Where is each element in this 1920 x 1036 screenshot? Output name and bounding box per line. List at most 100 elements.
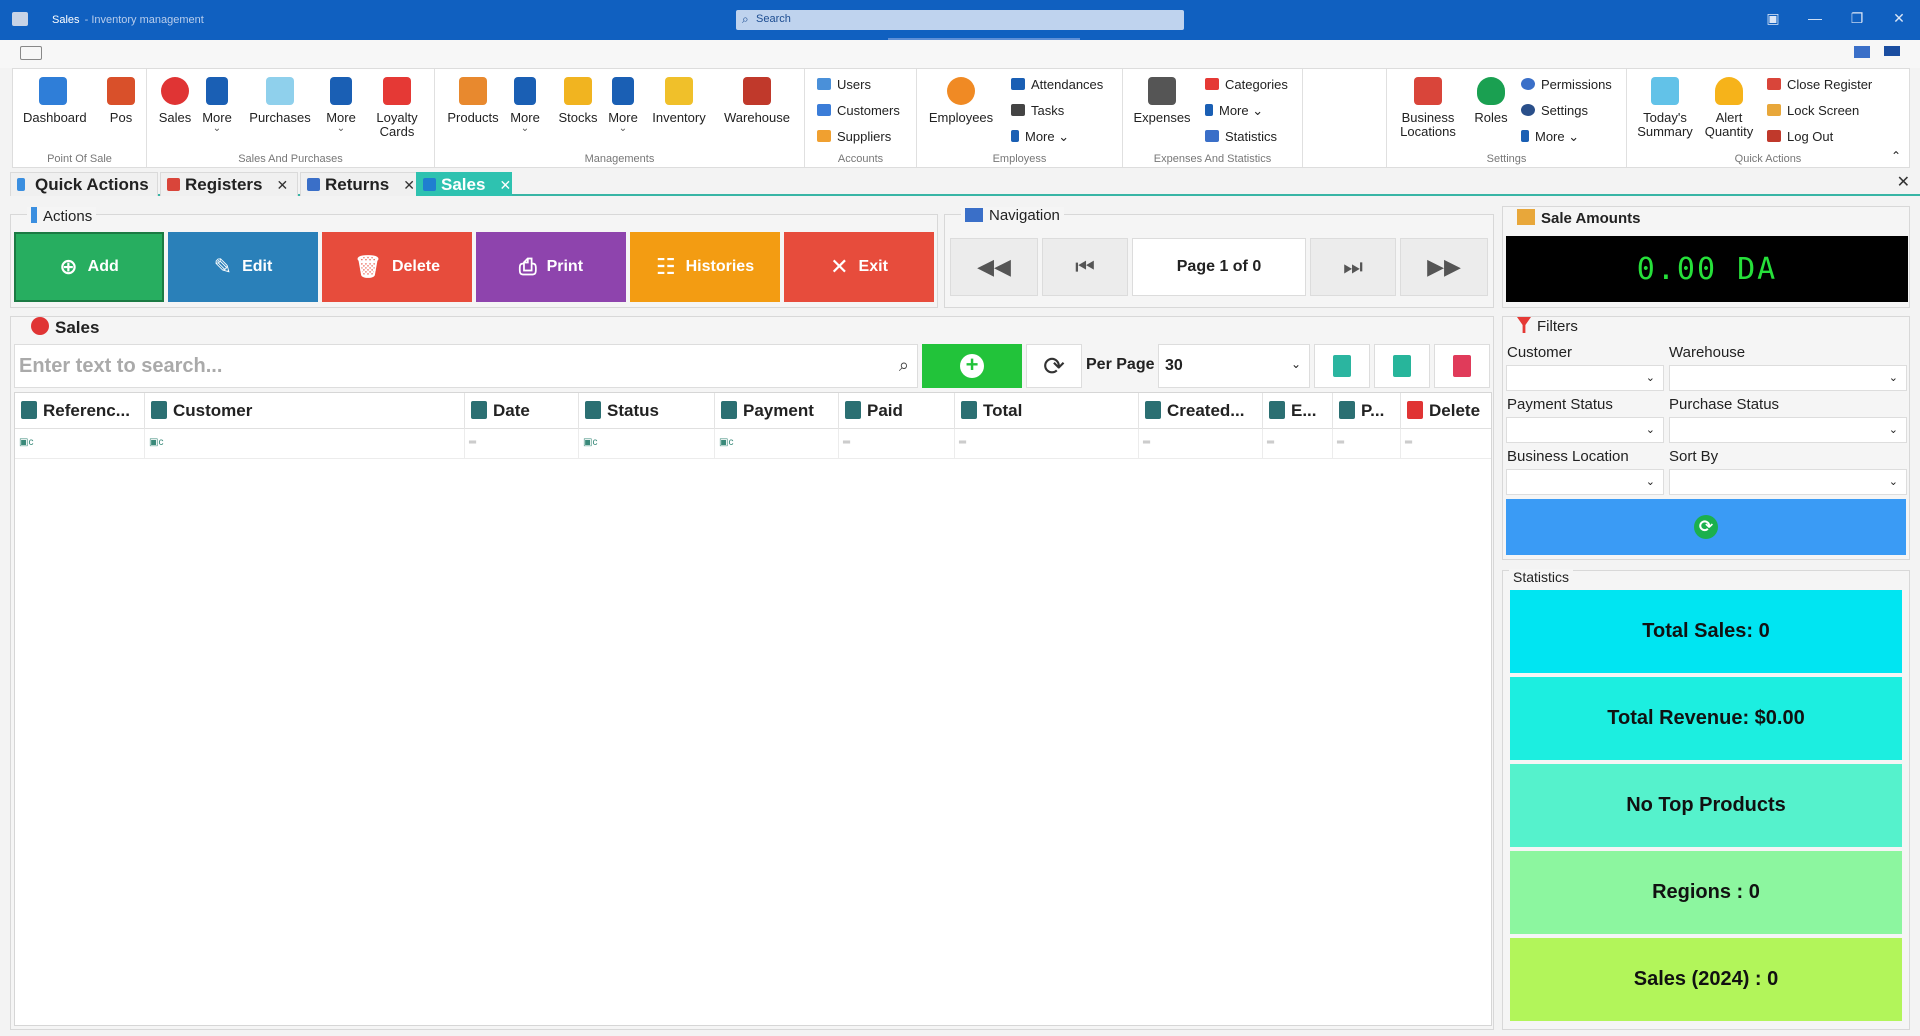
employees-more-button[interactable]: More ⌄ bbox=[1011, 129, 1069, 145]
lock-screen-button[interactable]: Lock Screen bbox=[1767, 103, 1859, 118]
tab-registers[interactable]: Registers ✕ bbox=[160, 172, 298, 196]
filter-cell-paid[interactable]: ═ bbox=[839, 429, 955, 459]
stocks-button[interactable]: Stocks bbox=[553, 77, 603, 125]
histories-button[interactable]: ☷ Histories bbox=[630, 232, 780, 302]
filter-cell-edit[interactable]: ═ bbox=[1263, 429, 1333, 459]
global-search[interactable]: ⌕ Search bbox=[736, 10, 1184, 30]
quick-add-button[interactable]: + bbox=[922, 344, 1022, 388]
column-delete[interactable]: Delete bbox=[1401, 393, 1491, 429]
export-pdf-button[interactable] bbox=[1434, 344, 1490, 388]
ribbon-menu-icon[interactable] bbox=[20, 46, 42, 60]
loyalty-cards-button[interactable]: Loyalty Cards bbox=[367, 77, 427, 139]
filter-cell-payment[interactable]: ▣c bbox=[715, 429, 839, 459]
suppliers-button[interactable]: Suppliers bbox=[817, 129, 891, 144]
tasks-button[interactable]: Tasks bbox=[1011, 103, 1064, 118]
export-excel-button[interactable] bbox=[1374, 344, 1430, 388]
previous-page-button[interactable]: ⏮ bbox=[1042, 238, 1128, 296]
business-location-select[interactable]: ⌄ bbox=[1506, 469, 1664, 495]
refresh-button[interactable]: ⟳ bbox=[1026, 344, 1082, 388]
warehouse-button[interactable]: Warehouse bbox=[719, 77, 795, 125]
pos-button[interactable]: Pos bbox=[101, 77, 141, 125]
sort-by-select[interactable]: ⌄ bbox=[1669, 469, 1907, 495]
todays-summary-button[interactable]: Today's Summary bbox=[1633, 77, 1697, 139]
column-customer[interactable]: Customer bbox=[145, 393, 465, 429]
column-total[interactable]: Total bbox=[955, 393, 1139, 429]
close-tab-icon[interactable]: ✕ bbox=[276, 177, 288, 193]
log-out-button[interactable]: Log Out bbox=[1767, 129, 1833, 144]
filter-cell-delete[interactable]: ═ bbox=[1401, 429, 1491, 459]
filter-cell-created[interactable]: ═ bbox=[1139, 429, 1263, 459]
next-page-button[interactable]: ⏭ bbox=[1310, 238, 1396, 296]
filter-cell-print[interactable]: ═ bbox=[1333, 429, 1401, 459]
settings-button[interactable]: Settings bbox=[1521, 103, 1588, 118]
minimize-button[interactable]: — bbox=[1800, 10, 1830, 26]
close-tab-icon[interactable]: ✕ bbox=[403, 177, 415, 193]
products-button[interactable]: Products bbox=[443, 77, 503, 125]
restore-layout-icon[interactable]: ▣ bbox=[1758, 10, 1788, 27]
tab-returns[interactable]: Returns ✕ bbox=[300, 172, 420, 196]
expenses-more-button[interactable]: More ⌄ bbox=[1205, 103, 1263, 119]
app-icon[interactable] bbox=[12, 12, 28, 26]
maximize-button[interactable]: ❐ bbox=[1842, 10, 1872, 27]
filter-cell-total[interactable]: ═ bbox=[955, 429, 1139, 459]
export-csv-button[interactable] bbox=[1314, 344, 1370, 388]
column-paid[interactable]: Paid bbox=[839, 393, 955, 429]
sales-search-input[interactable]: Enter text to search... ⌕ bbox=[14, 344, 918, 388]
customer-filter-select[interactable]: ⌄ bbox=[1506, 365, 1664, 391]
per-page-label: Per Page bbox=[1086, 356, 1155, 373]
purchases-button[interactable]: Purchases bbox=[245, 77, 315, 125]
filter-cell-customer[interactable]: ▣c bbox=[145, 429, 465, 459]
dashboard-button[interactable]: Dashboard bbox=[23, 77, 87, 125]
payment-status-select[interactable]: ⌄ bbox=[1506, 417, 1664, 443]
permissions-button[interactable]: Permissions bbox=[1521, 77, 1612, 92]
inventory-button[interactable]: Inventory bbox=[647, 77, 711, 125]
alert-quantity-button[interactable]: Alert Quantity bbox=[1701, 77, 1757, 139]
purchases-more-button[interactable]: More ⌄ bbox=[321, 77, 361, 134]
theme-icon[interactable] bbox=[1884, 46, 1900, 56]
roles-button[interactable]: Roles bbox=[1469, 77, 1513, 125]
settings-more-button[interactable]: More ⌄ bbox=[1521, 129, 1579, 145]
users-button[interactable]: Users bbox=[817, 77, 871, 92]
per-page-select[interactable]: 30 ⌄ bbox=[1158, 344, 1310, 388]
layout-icon[interactable] bbox=[1854, 46, 1870, 58]
attendances-button[interactable]: Attendances bbox=[1011, 77, 1103, 92]
business-locations-button[interactable]: Business Locations bbox=[1393, 77, 1463, 139]
column-payment[interactable]: Payment bbox=[715, 393, 839, 429]
exit-button[interactable]: ✕ Exit bbox=[784, 232, 934, 302]
print-button[interactable]: ⎙ Print bbox=[476, 232, 626, 302]
employees-button[interactable]: Employees bbox=[925, 77, 997, 125]
filter-cell-reference[interactable]: ▣c bbox=[15, 429, 145, 459]
column-created[interactable]: Created... bbox=[1139, 393, 1263, 429]
first-page-button[interactable]: ◀◀ bbox=[950, 238, 1038, 296]
tab-sales[interactable]: Sales ✕ bbox=[416, 172, 512, 196]
group-empty bbox=[1303, 69, 1387, 167]
tab-quick-actions[interactable]: Quick Actions bbox=[10, 172, 158, 196]
warehouse-filter-select[interactable]: ⌄ bbox=[1669, 365, 1907, 391]
close-register-button[interactable]: Close Register bbox=[1767, 77, 1872, 92]
filter-cell-date[interactable]: ═ bbox=[465, 429, 579, 459]
customers-button[interactable]: Customers bbox=[817, 103, 900, 118]
close-tab-icon[interactable]: ✕ bbox=[499, 177, 511, 193]
collapse-ribbon-icon[interactable]: ⌃ bbox=[1891, 149, 1901, 163]
statistics-button[interactable]: Statistics bbox=[1205, 129, 1277, 144]
close-all-tabs-icon[interactable]: ✕ bbox=[1897, 172, 1910, 192]
edit-button[interactable]: ✎ Edit bbox=[168, 232, 318, 302]
filter-cell-status[interactable]: ▣c bbox=[579, 429, 715, 459]
column-status[interactable]: Status bbox=[579, 393, 715, 429]
close-window-button[interactable]: ✕ bbox=[1884, 10, 1914, 27]
products-more-button[interactable]: More ⌄ bbox=[505, 77, 545, 134]
apply-filters-button[interactable]: ⟳ bbox=[1506, 499, 1906, 555]
column-print[interactable]: P... bbox=[1333, 393, 1401, 429]
sales-more-button[interactable]: More ⌄ bbox=[197, 77, 237, 134]
expenses-button[interactable]: Expenses bbox=[1131, 77, 1193, 125]
add-button[interactable]: ⊕ Add bbox=[14, 232, 164, 302]
categories-button[interactable]: Categories bbox=[1205, 77, 1288, 92]
stocks-more-button[interactable]: More ⌄ bbox=[603, 77, 643, 134]
last-page-button[interactable]: ▶▶ bbox=[1400, 238, 1488, 296]
column-date[interactable]: Date bbox=[465, 393, 579, 429]
column-reference[interactable]: Referenc... bbox=[15, 393, 145, 429]
column-edit[interactable]: E... bbox=[1263, 393, 1333, 429]
delete-button[interactable]: 🗑 Delete bbox=[322, 232, 472, 302]
sales-button[interactable]: Sales bbox=[155, 77, 195, 125]
purchase-status-select[interactable]: ⌄ bbox=[1669, 417, 1907, 443]
